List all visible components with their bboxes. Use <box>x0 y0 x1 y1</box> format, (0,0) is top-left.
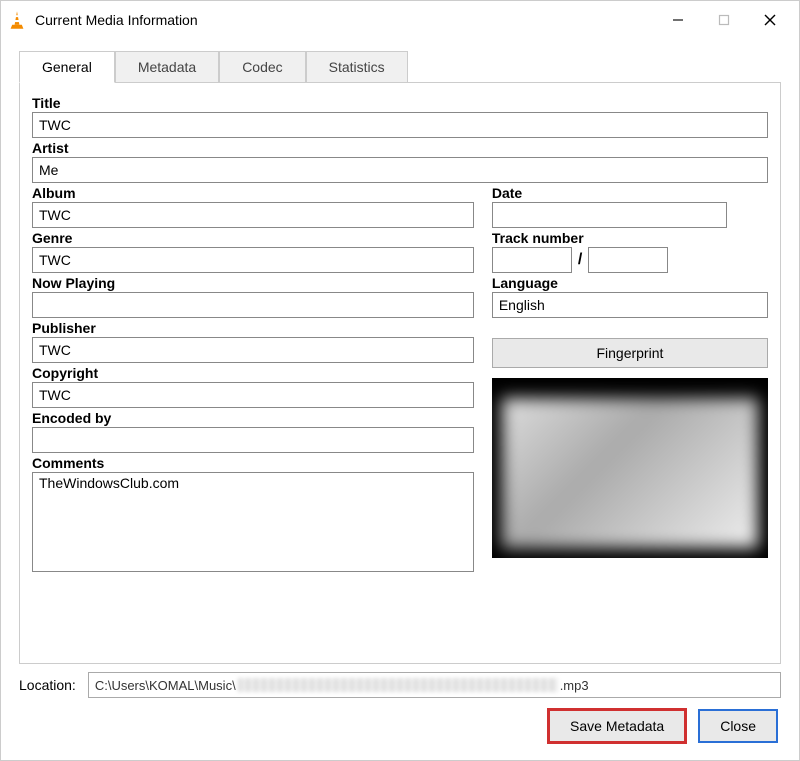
close-button[interactable]: Close <box>699 710 777 742</box>
location-label: Location: <box>19 677 76 693</box>
now-playing-label: Now Playing <box>32 273 474 292</box>
save-metadata-button[interactable]: Save Metadata <box>549 710 685 742</box>
album-label: Album <box>32 183 474 202</box>
track-total-input[interactable] <box>588 247 668 273</box>
fingerprint-button[interactable]: Fingerprint <box>492 338 768 368</box>
artist-input[interactable] <box>32 157 768 183</box>
content-area: General Metadata Codec Statistics Title … <box>1 39 799 760</box>
comments-label: Comments <box>32 453 474 472</box>
window-title: Current Media Information <box>35 12 655 28</box>
location-row: Location: C:\Users\KOMAL\Music\ .mp3 <box>19 664 781 704</box>
now-playing-input[interactable] <box>32 292 474 318</box>
track-number-label: Track number <box>492 228 768 247</box>
encoded-by-input[interactable] <box>32 427 474 453</box>
language-label: Language <box>492 273 768 292</box>
copyright-label: Copyright <box>32 363 474 382</box>
date-input[interactable] <box>492 202 727 228</box>
tab-general[interactable]: General <box>19 51 115 83</box>
copyright-input[interactable] <box>32 382 474 408</box>
track-number-input[interactable] <box>492 247 572 273</box>
tab-codec[interactable]: Codec <box>219 51 305 82</box>
close-window-button[interactable] <box>747 4 793 36</box>
location-redacted <box>238 678 558 692</box>
title-label: Title <box>32 93 768 112</box>
footer-buttons: Save Metadata Close <box>19 704 781 752</box>
genre-label: Genre <box>32 228 474 247</box>
genre-input[interactable] <box>32 247 474 273</box>
track-separator: / <box>578 251 582 269</box>
encoded-by-label: Encoded by <box>32 408 474 427</box>
tab-bar: General Metadata Codec Statistics <box>19 51 781 83</box>
window-controls <box>655 1 793 39</box>
tab-panel-general: Title Artist Album Genre <box>19 83 781 664</box>
artist-label: Artist <box>32 138 768 157</box>
location-suffix: .mp3 <box>560 678 589 693</box>
vlc-cone-icon <box>7 10 27 30</box>
publisher-input[interactable] <box>32 337 474 363</box>
comments-input[interactable] <box>32 472 474 572</box>
location-prefix: C:\Users\KOMAL\Music\ <box>95 678 236 693</box>
date-label: Date <box>492 183 768 202</box>
titlebar: Current Media Information <box>1 1 799 39</box>
minimize-button[interactable] <box>655 4 701 36</box>
album-input[interactable] <box>32 202 474 228</box>
media-info-window: Current Media Information General Metada… <box>0 0 800 761</box>
tab-statistics[interactable]: Statistics <box>306 51 408 82</box>
location-input[interactable]: C:\Users\KOMAL\Music\ .mp3 <box>88 672 781 698</box>
album-artwork <box>492 378 768 558</box>
title-input[interactable] <box>32 112 768 138</box>
artwork-image <box>502 398 758 548</box>
publisher-label: Publisher <box>32 318 474 337</box>
maximize-button[interactable] <box>701 4 747 36</box>
language-input[interactable] <box>492 292 768 318</box>
tab-metadata[interactable]: Metadata <box>115 51 219 82</box>
